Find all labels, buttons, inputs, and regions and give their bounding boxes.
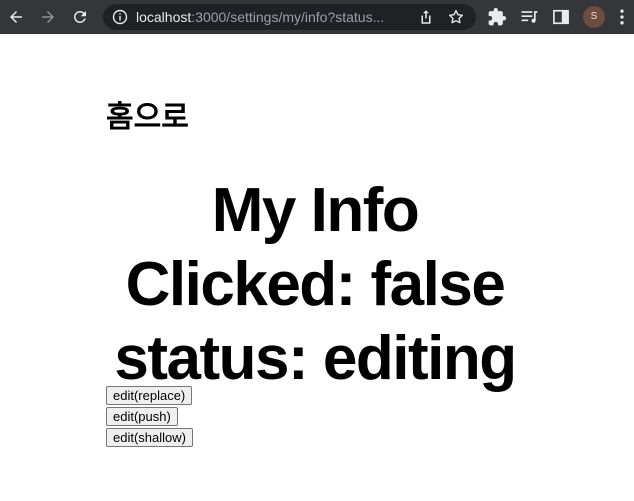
arrow-right-icon (42, 11, 54, 23)
address-bar[interactable]: localhost:3000/settings/my/info?status..… (103, 4, 476, 30)
reload-icon (73, 10, 86, 23)
home-link[interactable]: 홈으로 (106, 100, 189, 136)
profile-avatar[interactable]: S (583, 6, 605, 28)
url-path: :3000/settings/my/info?status... (191, 9, 385, 25)
forward-button[interactable] (36, 5, 60, 29)
url-host: localhost (136, 9, 192, 25)
page-heading: My Info Clicked: false status: editing (106, 174, 524, 396)
back-button[interactable] (4, 5, 28, 29)
side-panel-icon[interactable] (551, 7, 571, 27)
info-icon[interactable] (112, 9, 128, 25)
bookmark-star-icon[interactable] (447, 8, 465, 26)
edit-shallow-button[interactable]: edit(shallow) (106, 428, 193, 447)
edit-push-button[interactable]: edit(push) (106, 407, 178, 426)
edit-replace-button[interactable]: edit(replace) (106, 386, 193, 405)
media-control-icon[interactable] (519, 7, 539, 27)
reload-button[interactable] (68, 5, 92, 29)
more-menu-icon[interactable] (612, 7, 632, 27)
heading-title: My Info (211, 176, 420, 245)
url-text[interactable]: localhost:3000/settings/my/info?status..… (136, 9, 410, 25)
extensions-puzzle-icon[interactable] (487, 7, 507, 27)
heading-edit-status: status: editing (114, 324, 517, 393)
share-icon[interactable] (417, 8, 435, 26)
edit-button-group: edit(replace) edit(push) edit(shallow) (106, 386, 193, 449)
heading-clicked-status: Clicked: false (125, 250, 506, 319)
page-content: 홈으로 My Info Clicked: false status: editi… (0, 34, 634, 501)
browser-toolbar: localhost:3000/settings/my/info?status..… (0, 0, 634, 34)
arrow-left-icon (10, 11, 22, 23)
